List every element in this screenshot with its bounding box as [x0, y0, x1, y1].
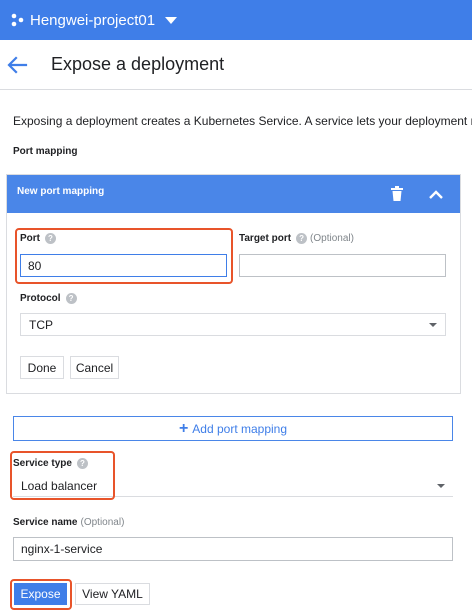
port-label-text: Port	[20, 233, 40, 244]
service-type-value: Load balancer	[21, 478, 98, 493]
port-mapping-panel-header[interactable]: New port mapping	[7, 175, 460, 213]
dropdown-caret-icon	[437, 483, 445, 488]
project-name: Hengwei-project01	[30, 11, 156, 29]
service-name-label-text: Service name	[13, 517, 78, 528]
port-label: Port ?	[20, 233, 56, 244]
service-type-label: Service type ?	[13, 458, 88, 469]
plus-icon: +	[178, 419, 189, 437]
help-icon[interactable]: ?	[65, 293, 77, 304]
service-name-label: Service name (Optional)	[13, 517, 124, 528]
chevron-up-icon[interactable]	[427, 186, 445, 202]
top-bar: Hengwei-project01	[0, 0, 472, 40]
add-port-mapping-button[interactable]: + Add port mapping	[13, 416, 453, 441]
optional-tag: (Optional)	[80, 517, 125, 528]
port-mapping-panel-title: New port mapping	[17, 186, 105, 197]
protocol-label: Protocol ?	[20, 293, 77, 304]
page-header: Expose a deployment	[0, 40, 472, 90]
port-value: 80	[28, 258, 42, 273]
project-selector[interactable]: Hengwei-project01	[10, 9, 178, 31]
port-mapping-section-title: Port mapping	[13, 146, 78, 157]
protocol-label-text: Protocol	[20, 293, 61, 304]
description-text: Exposing a deployment creates a Kubernet…	[13, 114, 472, 128]
arrow-back-icon[interactable]	[6, 54, 28, 76]
trash-icon[interactable]	[390, 186, 404, 202]
target-port-input[interactable]	[239, 254, 446, 277]
help-icon[interactable]: ?	[296, 233, 308, 244]
optional-tag: (Optional)	[310, 233, 354, 244]
help-icon[interactable]: ?	[76, 458, 88, 469]
target-port-label-text: Target port	[239, 233, 292, 244]
protocol-select[interactable]: TCP	[20, 313, 446, 336]
project-hub-icon	[11, 13, 24, 27]
dropdown-caret-icon	[429, 322, 437, 327]
protocol-value: TCP	[29, 317, 53, 332]
add-port-mapping-label: Add port mapping	[192, 421, 288, 436]
service-type-select[interactable]: Load balancer	[13, 475, 453, 497]
view-yaml-button[interactable]: View YAML	[75, 583, 150, 605]
page-title: Expose a deployment	[51, 54, 225, 74]
help-icon[interactable]: ?	[45, 233, 56, 244]
cancel-button[interactable]: Cancel	[70, 356, 119, 379]
caret-down-icon	[165, 16, 178, 24]
port-input[interactable]: 80	[20, 254, 227, 277]
service-name-value: nginx-1-service	[21, 542, 103, 556]
target-port-label: Target port ? (Optional)	[239, 233, 354, 244]
service-type-label-text: Service type	[13, 458, 72, 469]
done-button[interactable]: Done	[20, 356, 64, 379]
expose-button[interactable]: Expose	[14, 583, 67, 605]
port-mapping-panel: New port mapping Port ? 80 Target port ?…	[6, 174, 461, 394]
service-name-input[interactable]: nginx-1-service	[13, 537, 453, 561]
